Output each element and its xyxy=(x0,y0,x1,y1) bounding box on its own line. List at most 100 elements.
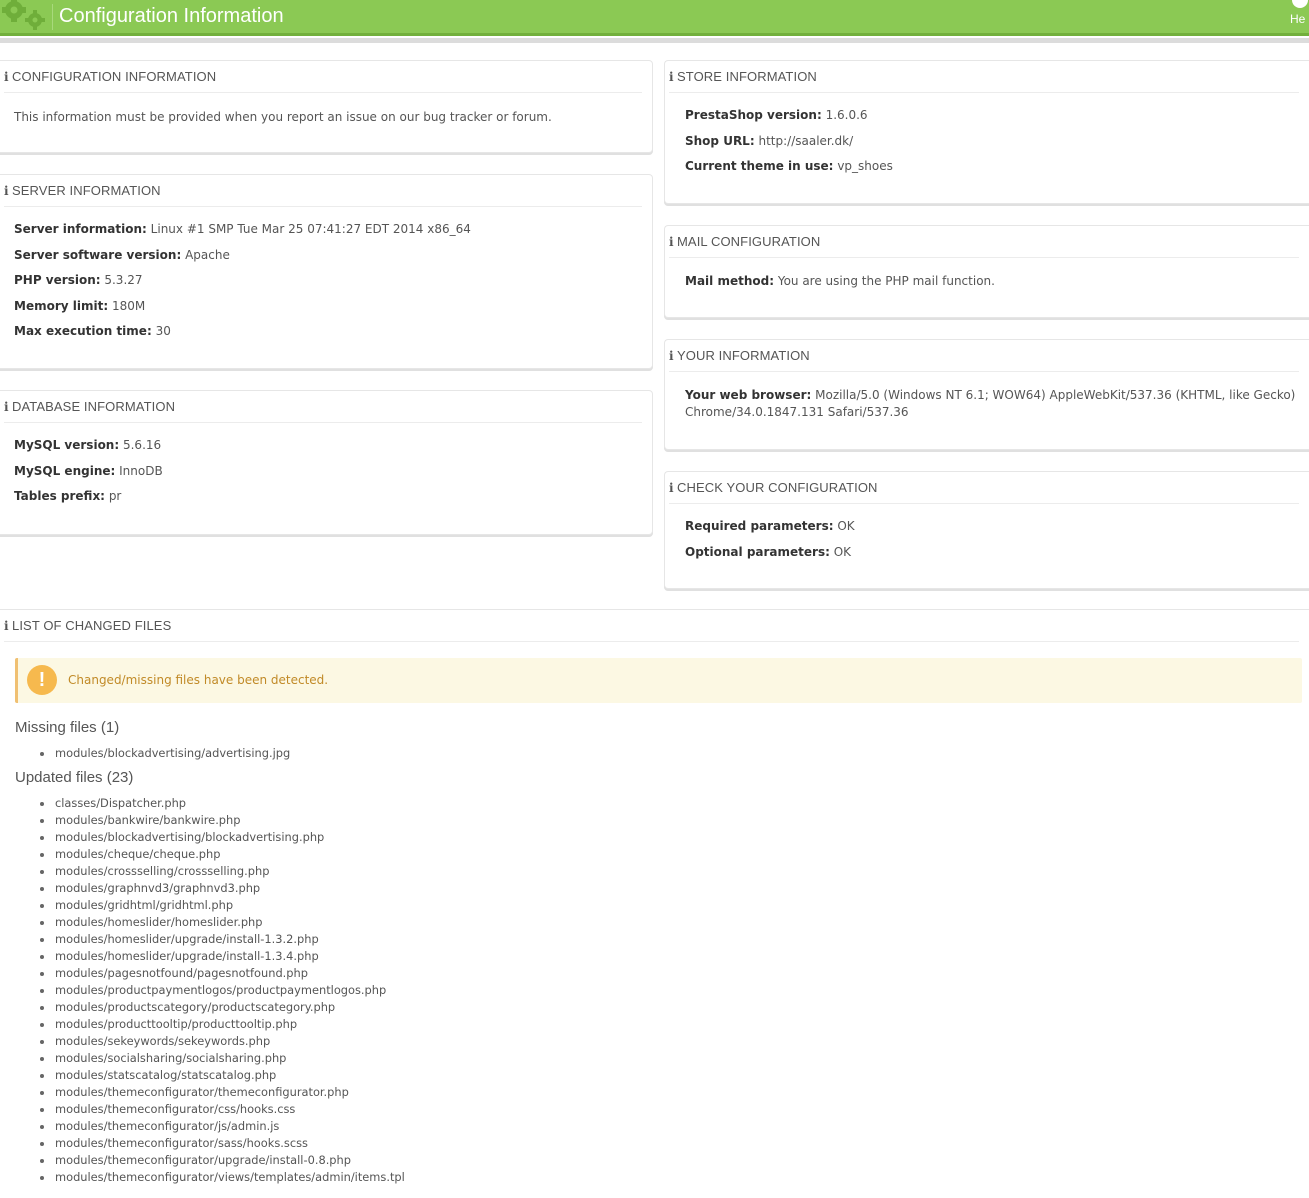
file-list-item: modules/bankwire/bankwire.php xyxy=(40,812,405,829)
row-label: Your web browser: xyxy=(685,388,812,402)
file-list-item: modules/themeconfigurator/js/admin.js xyxy=(40,1118,405,1135)
warning-icon: ! xyxy=(27,665,57,695)
panel-title: MAIL CONFIGURATION xyxy=(677,234,821,249)
panel-title: LIST OF CHANGED FILES xyxy=(12,618,172,633)
row-label: PrestaShop version: xyxy=(685,108,822,122)
file-list-item: modules/themeconfigurator/upgrade/instal… xyxy=(40,1152,405,1169)
panel-title: DATABASE INFORMATION xyxy=(12,399,176,414)
info-row: Current theme in use: vp_shoes xyxy=(685,158,1299,184)
file-list-item: modules/sekeywords/sekeywords.php xyxy=(40,1033,405,1050)
warning-alert: ! Changed/missing files have been detect… xyxy=(15,658,1302,703)
row-label: Max execution time: xyxy=(14,324,152,338)
server-info-panel: i SERVER INFORMATION Server information: … xyxy=(0,174,653,369)
file-list-item: modules/themeconfigurator/themeconfigura… xyxy=(40,1084,405,1101)
panel-title: CONFIGURATION INFORMATION xyxy=(12,69,217,84)
info-icon: i xyxy=(4,184,9,198)
row-value: 180M xyxy=(111,298,146,313)
panel-title: STORE INFORMATION xyxy=(677,69,817,84)
info-icon: i xyxy=(669,481,674,495)
info-icon: i xyxy=(669,70,674,84)
file-list-item: classes/Dispatcher.php xyxy=(40,795,405,812)
file-list-item: modules/homeslider/homeslider.php xyxy=(40,914,405,931)
panel-body: Your web browser: Mozilla/5.0 (Windows N… xyxy=(685,387,1299,421)
panel-body: Server information: Linux #1 SMP Tue Mar… xyxy=(14,221,642,349)
row-label: Server software version: xyxy=(14,247,182,262)
file-list-item: modules/themeconfigurator/css/hooks.css xyxy=(40,1101,405,1118)
info-row: Optional parameters: OK xyxy=(685,544,1299,570)
row-label: Tables prefix: xyxy=(14,489,105,503)
header-divider xyxy=(52,4,53,30)
warning-text: Changed/missing files have been detected… xyxy=(68,673,329,687)
info-row: MySQL version: 5.6.16 xyxy=(14,437,642,463)
file-list-item: modules/productscategory/productscategor… xyxy=(40,999,405,1016)
help-button[interactable]: He xyxy=(1289,0,1309,32)
file-list-item: modules/crossselling/crossselling.php xyxy=(40,863,405,880)
info-row: Shop URL: http://saaler.dk/ xyxy=(685,133,1299,159)
info-icon: i xyxy=(4,619,9,633)
panel-body: Mail method: You are using the PHP mail … xyxy=(685,273,1299,299)
file-list-item: modules/socialsharing/socialsharing.php xyxy=(40,1050,405,1067)
file-list-item: modules/themeconfigurator/views/template… xyxy=(40,1169,405,1186)
info-row: PrestaShop version: 1.6.0.6 xyxy=(685,107,1299,133)
mail-config-panel: i MAIL CONFIGURATION Mail method: You are… xyxy=(664,225,1309,318)
browser-row: Your web browser: Mozilla/5.0 (Windows N… xyxy=(685,387,1299,404)
configuration-info-panel: i CONFIGURATION INFORMATION This informat… xyxy=(0,60,653,153)
panel-title: CHECK YOUR CONFIGURATION xyxy=(677,480,878,495)
your-info-panel: i YOUR INFORMATION Your web browser: Mozi… xyxy=(664,339,1309,450)
panel-body: Required parameters: OK Optional paramet… xyxy=(685,518,1299,569)
row-label: Required parameters: xyxy=(685,519,834,533)
row-value: 5.3.27 xyxy=(104,273,143,287)
row-label: Current theme in use: xyxy=(685,159,834,173)
page-title: Configuration Information xyxy=(59,5,284,27)
panel-heading: i STORE INFORMATION xyxy=(669,69,1299,93)
info-row: Max execution time: 30 xyxy=(14,323,642,349)
file-list-item: modules/statscatalog/statscatalog.php xyxy=(40,1067,405,1084)
row-label: MySQL engine: xyxy=(14,463,116,478)
file-list-item: modules/pagesnotfound/pagesnotfound.php xyxy=(40,965,405,982)
panel-heading: i LIST OF CHANGED FILES xyxy=(4,618,1299,642)
shop-url: http://saaler.dk/ xyxy=(758,133,854,148)
info-icon: i xyxy=(669,235,674,249)
row-value: 1.6.0.6 xyxy=(825,108,868,122)
row-label: Server information: xyxy=(14,222,147,236)
panel-heading: i DATABASE INFORMATION xyxy=(4,399,642,423)
file-list-item: modules/productpaymentlogos/productpayme… xyxy=(40,982,405,999)
panel-body: This information must be provided when y… xyxy=(14,109,642,135)
row-value: OK xyxy=(837,519,855,533)
panel-body: PrestaShop version: 1.6.0.6 Shop URL: ht… xyxy=(685,107,1299,184)
help-label: He xyxy=(1290,12,1306,26)
info-row: Server information: Linux #1 SMP Tue Mar… xyxy=(14,221,642,247)
updated-files-heading: Updated files (23) xyxy=(15,769,134,786)
panel-heading: i SERVER INFORMATION xyxy=(4,183,642,207)
panel-heading: i CONFIGURATION INFORMATION xyxy=(4,69,642,93)
row-value: vp_shoes xyxy=(837,159,893,173)
row-value: pr xyxy=(108,489,122,503)
info-icon: i xyxy=(669,349,674,363)
info-icon: i xyxy=(4,400,9,414)
row-label: Memory limit: xyxy=(14,298,109,313)
missing-files-heading: Missing files (1) xyxy=(15,719,120,736)
database-info-panel: i DATABASE INFORMATION MySQL version: 5.6… xyxy=(0,390,653,535)
panel-title: SERVER INFORMATION xyxy=(12,183,161,198)
panel-heading: i CHECK YOUR CONFIGURATION xyxy=(669,480,1299,504)
file-list-item: modules/graphnvd3/graphnvd3.php xyxy=(40,880,405,897)
help-icon xyxy=(1292,0,1308,8)
info-row: Memory limit: 180M xyxy=(14,298,642,324)
file-list-item: modules/homeslider/upgrade/install-1.3.2… xyxy=(40,931,405,948)
updated-files-list: classes/Dispatcher.php modules/bankwire/b… xyxy=(40,795,405,1186)
info-row: Mail method: You are using the PHP mail … xyxy=(685,273,1299,299)
panel-title: YOUR INFORMATION xyxy=(677,348,810,363)
row-label: PHP version: xyxy=(14,273,101,287)
missing-files-list: modules/blockadvertising/advertising.jpg xyxy=(40,745,290,762)
file-list-item: modules/gridhtml/gridhtml.php xyxy=(40,897,405,914)
row-value: 5.6.16 xyxy=(122,438,162,452)
row-value: Apache xyxy=(185,247,230,262)
page-header: Configuration Information He xyxy=(0,0,1309,36)
file-list-item: modules/homeslider/upgrade/install-1.3.4… xyxy=(40,948,405,965)
row-value: OK xyxy=(833,544,852,559)
gears-icon xyxy=(2,0,45,30)
row-value: Mozilla/5.0 (Windows NT 6.1; WOW64) Appl… xyxy=(815,388,1296,402)
info-row: Server software version: Apache xyxy=(14,247,642,273)
panel-heading: i MAIL CONFIGURATION xyxy=(669,234,1299,258)
info-row: PHP version: 5.3.27 xyxy=(14,272,642,298)
